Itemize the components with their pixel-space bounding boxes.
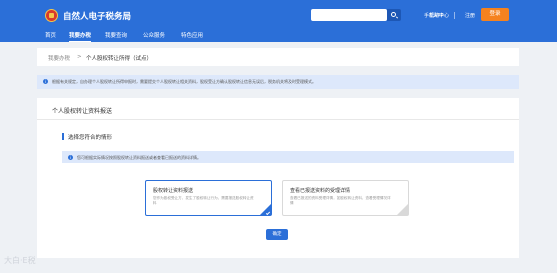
panel-title: 个人股权转让资料报送	[52, 108, 113, 115]
divider	[37, 119, 519, 120]
watermark: 大白·E税	[4, 256, 36, 265]
nav-featured-apps[interactable]: 特色应用	[181, 30, 203, 42]
tip-text: 您可根据实际情况按照股权转让资料报送或者查看已报送的资料详情。	[77, 155, 201, 160]
main-panel: 个人股权转让资料报送 选择您符合的情形 i 您可根据实际情况按照股权转让资料报送…	[37, 98, 519, 258]
nav-public-service[interactable]: 公众服务	[143, 30, 165, 42]
top-header: 自然人电子税务局 手机APP 帮助中心 注册 登录 首页 我要办税 我要查询 公…	[0, 0, 557, 42]
notice-banner: i 根据有关规定，自办理个人股权转让所得申报时，需要提交个人股权转让相关资料，股…	[37, 75, 519, 89]
option-description: 您作为股权受让方，发生了股权转让行为，需要报送股权转让资料	[153, 196, 254, 205]
nav-tax-handling[interactable]: 我要办税	[69, 30, 92, 42]
nav-query[interactable]: 我要查询	[105, 30, 127, 42]
confirm-button[interactable]: 确定	[266, 229, 288, 240]
nav-home[interactable]: 首页	[45, 30, 56, 42]
search-icon	[391, 12, 396, 17]
breadcrumb-current: 个人股权转让所得（试点）	[86, 56, 153, 62]
divider	[454, 12, 455, 19]
breadcrumb-parent[interactable]: 我要办税	[48, 54, 70, 62]
option-submit-materials[interactable]: 股权转让资料报送 您作为股权受让方，发生了股权转让行为，需要报送股权转让资料	[145, 180, 272, 216]
option-title: 查看已报送资料的受理详情	[290, 188, 351, 194]
tip-banner: i 您可根据实际情况按照股权转让资料报送或者查看已报送的资料详情。	[62, 151, 514, 163]
breadcrumb-separator: >	[77, 54, 82, 60]
info-icon: i	[43, 79, 48, 84]
section-title: 选择您符合的情形	[68, 135, 113, 141]
login-button[interactable]: 登录	[481, 8, 509, 21]
notice-text: 根据有关规定，自办理个人股权转让所得申报时，需要提交个人股权转让相关资料，股权受…	[52, 79, 316, 84]
register-link[interactable]: 注册	[465, 12, 475, 19]
option-view-submitted[interactable]: 查看已报送资料的受理详情 查看已报送的资料受理详情，如股权转让资料，查看受理情况…	[282, 180, 409, 216]
help-center-link[interactable]: 帮助中心	[429, 12, 449, 19]
unselected-corner	[397, 204, 408, 215]
option-title: 股权转让资料报送	[153, 188, 194, 194]
info-icon: i	[68, 154, 73, 160]
search-input[interactable]	[311, 9, 387, 21]
breadcrumb: 我要办税 > 个人股权转让所得（试点）	[37, 48, 519, 66]
tax-emblem-logo	[45, 9, 58, 22]
site-title: 自然人电子税务局	[63, 12, 132, 22]
search-button[interactable]	[387, 9, 401, 21]
section-marker	[62, 133, 64, 140]
option-description: 查看已报送的资料受理详情，如股权转让资料，查看受理情况详情	[290, 196, 391, 205]
